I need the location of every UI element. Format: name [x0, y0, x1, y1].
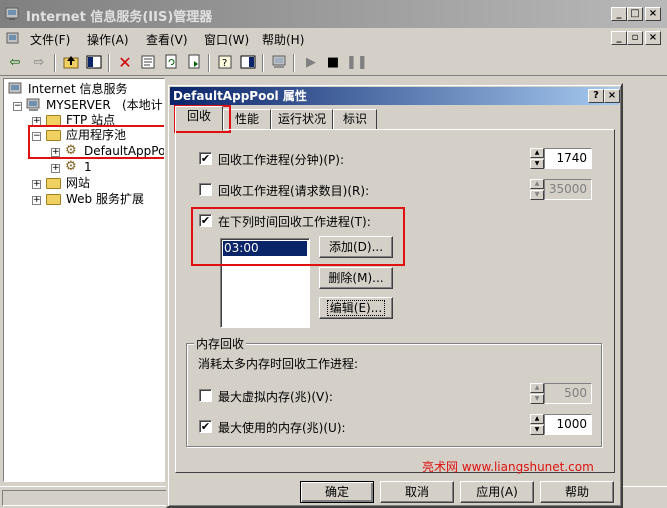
- maximize-button[interactable]: □: [627, 7, 643, 21]
- toolbar-separator: [262, 54, 264, 72]
- toolbar-separator: [108, 54, 110, 72]
- ok-button[interactable]: 确定: [300, 481, 374, 503]
- tree-root-iis[interactable]: Internet 信息服务: [28, 81, 127, 97]
- max-used-memory-value[interactable]: 1000: [544, 414, 592, 435]
- tree-item-pool-1[interactable]: 1: [84, 159, 92, 175]
- highlight-box-app-pools: [28, 125, 164, 159]
- start-icon[interactable]: ▶: [302, 54, 320, 72]
- max-used-memory-spinner[interactable]: ▲ ▼ 1000: [530, 414, 592, 435]
- menu-file[interactable]: 文件(F): [30, 31, 70, 48]
- spin-up-icon[interactable]: ▲: [530, 414, 544, 424]
- dialog-close-button[interactable]: ×: [604, 89, 620, 103]
- action-pane-icon[interactable]: [239, 54, 257, 72]
- apply-button[interactable]: 应用(A): [460, 481, 534, 503]
- max-virtual-memory-spinner: ▲ ▼ 500: [530, 383, 592, 404]
- recycle-requests-spinner: ▲ ▼ 35000: [530, 179, 592, 200]
- forward-arrow-icon[interactable]: ⇨: [30, 54, 48, 72]
- menu-view[interactable]: 查看(V): [146, 31, 188, 48]
- back-arrow-icon[interactable]: ⇦: [6, 54, 24, 72]
- spin-down-icon: ▼: [530, 190, 544, 200]
- tab-identity[interactable]: 标识: [333, 109, 377, 130]
- inner-minimize-button[interactable]: _: [611, 31, 627, 45]
- remove-time-button[interactable]: 删除(M)...: [319, 267, 393, 289]
- computer-icon[interactable]: [270, 54, 288, 72]
- menu-bar: 文件(F) 操作(A) 查看(V) 窗口(W) 帮助(H) _ ▫ ×: [0, 28, 667, 50]
- up-level-icon[interactable]: [62, 54, 80, 72]
- server-icon: [26, 97, 42, 116]
- tree-server[interactable]: MYSERVER: [46, 97, 111, 113]
- close-button[interactable]: ×: [645, 7, 661, 21]
- toolbar-separator: [54, 54, 56, 72]
- spin-up-icon: ▲: [530, 179, 544, 189]
- expand-icon[interactable]: +: [32, 180, 41, 189]
- refresh-icon[interactable]: [162, 54, 180, 72]
- folder-icon: [46, 178, 61, 189]
- expand-icon[interactable]: +: [32, 196, 41, 205]
- cancel-button[interactable]: 取消: [380, 481, 454, 503]
- properties-dialog: DefaultAppPool 属性 ? × 回收 性能 运行状况 标识 ✔ 回收…: [166, 83, 623, 508]
- recycle-minutes-label: 回收工作进程(分钟)(P):: [218, 153, 345, 167]
- delete-icon[interactable]: ✕: [116, 54, 134, 72]
- iis-root-icon: [8, 81, 24, 100]
- max-virtual-memory-label: 最大虚拟内存(兆)(V):: [218, 390, 333, 404]
- toolbar-separator: [208, 54, 210, 72]
- collapse-icon[interactable]: −: [13, 102, 22, 111]
- properties-icon[interactable]: [139, 54, 157, 72]
- window-title: Internet 信息服务(IIS)管理器: [26, 10, 213, 25]
- toolbar: ⇦ ⇨ ✕ ? ▶ ■ ❚❚: [0, 50, 667, 76]
- spin-up-icon: ▲: [530, 383, 544, 393]
- console-tree: Internet 信息服务 − MYSERVER (本地计 + FTP 站点 −…: [3, 78, 165, 482]
- edit-time-button[interactable]: 编辑(E)...: [319, 297, 393, 319]
- watermark: 亮术网 www.liangshunet.com: [422, 460, 594, 474]
- export-list-icon[interactable]: [185, 54, 203, 72]
- dialog-title: DefaultAppPool 属性: [173, 89, 307, 103]
- spin-up-icon[interactable]: ▲: [530, 148, 544, 158]
- tree-item-web-extensions[interactable]: Web 服务扩展: [66, 191, 144, 207]
- help-icon[interactable]: ?: [216, 54, 234, 72]
- dialog-help-button[interactable]: ?: [588, 89, 604, 103]
- max-virtual-memory-value: 500: [544, 383, 592, 404]
- toolbar-separator: [293, 54, 295, 72]
- help-button[interactable]: 帮助: [540, 481, 614, 503]
- memory-group-title: 内存回收: [194, 335, 247, 352]
- recycle-minutes-checkbox[interactable]: ✔: [199, 152, 212, 165]
- menu-action[interactable]: 操作(A): [87, 31, 129, 48]
- recycle-requests-label: 回收工作进程(请求数目)(R):: [218, 184, 370, 198]
- recycle-requests-checkbox[interactable]: [199, 183, 212, 196]
- minimize-button[interactable]: _: [611, 7, 627, 21]
- app-pool-gear-icon: ⚙: [65, 159, 77, 174]
- max-virtual-memory-checkbox[interactable]: [199, 389, 212, 402]
- recycle-requests-value: 35000: [544, 179, 592, 200]
- highlight-box-times: [191, 207, 405, 266]
- expand-icon[interactable]: +: [51, 164, 60, 173]
- tree-server-suffix: (本地计: [122, 98, 163, 112]
- iis-app-icon: [5, 6, 21, 22]
- spin-down-icon[interactable]: ▼: [530, 425, 544, 435]
- max-used-memory-label: 最大使用的内存(兆)(U):: [218, 421, 346, 435]
- spin-down-icon: ▼: [530, 394, 544, 404]
- menu-help[interactable]: 帮助(H): [262, 31, 304, 48]
- show-tree-icon[interactable]: [85, 54, 103, 72]
- recycle-minutes-value[interactable]: 1740: [544, 148, 592, 169]
- pause-icon[interactable]: ❚❚: [346, 54, 368, 72]
- menu-window[interactable]: 窗口(W): [204, 31, 249, 48]
- spin-down-icon[interactable]: ▼: [530, 159, 544, 169]
- svg-text:?: ?: [222, 58, 227, 69]
- mmc-document-icon[interactable]: [6, 31, 22, 47]
- folder-icon: [46, 194, 61, 205]
- inner-close-button[interactable]: ×: [645, 31, 661, 45]
- tree-item-websites[interactable]: 网站: [66, 175, 90, 191]
- window-title-bar: Internet 信息服务(IIS)管理器 _ □ ×: [0, 0, 667, 28]
- recycle-minutes-spinner[interactable]: ▲ ▼ 1740: [530, 148, 592, 169]
- tab-recycling[interactable]: 回收: [175, 106, 223, 131]
- inner-restore-button[interactable]: ▫: [627, 31, 643, 45]
- stop-icon[interactable]: ■: [324, 54, 342, 72]
- memory-description: 消耗太多内存时回收工作进程:: [198, 357, 359, 371]
- edit-time-label: 编辑(E)...: [326, 300, 386, 316]
- dialog-title-bar: DefaultAppPool 属性 ? ×: [170, 87, 620, 105]
- tab-health[interactable]: 运行状况: [271, 109, 333, 130]
- max-used-memory-checkbox[interactable]: ✔: [199, 420, 212, 433]
